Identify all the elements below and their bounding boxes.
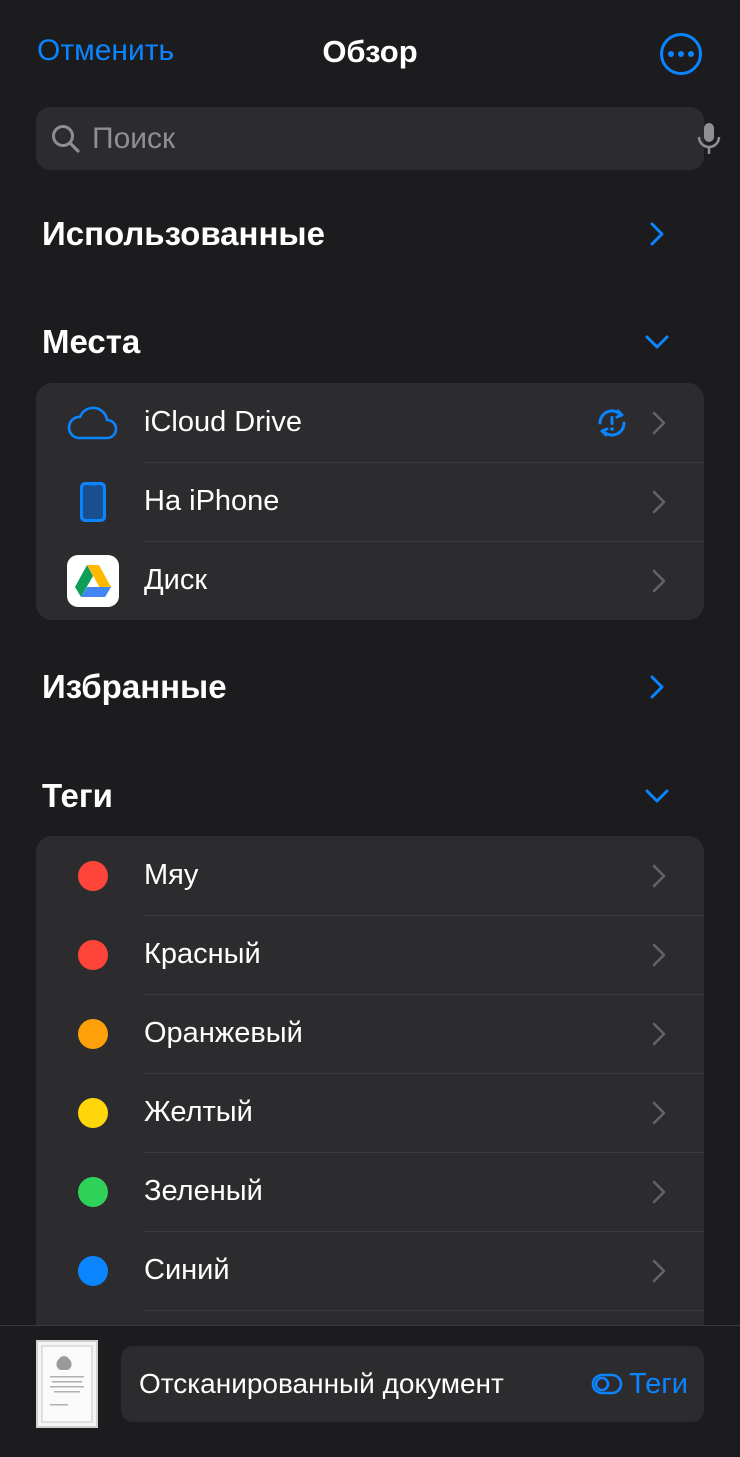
- section-title: Места: [42, 323, 141, 360]
- location-item-iphone[interactable]: На iPhone: [36, 462, 704, 541]
- cancel-button[interactable]: Отменить: [37, 34, 174, 68]
- search-bar: [36, 107, 721, 170]
- section-header-locations[interactable]: Места: [42, 317, 672, 367]
- location-item-google-drive[interactable]: Диск: [36, 541, 704, 620]
- tag-item[interactable]: Красный: [36, 915, 704, 994]
- location-item-icloud[interactable]: iCloud Drive: [36, 383, 704, 462]
- section-header-recents[interactable]: Использованные: [42, 209, 672, 259]
- scanned-page-icon: [41, 1345, 93, 1423]
- tag-color-dot: [78, 1255, 108, 1286]
- tag-color-dot: [78, 1097, 108, 1128]
- section-title: Использованные: [42, 215, 325, 252]
- tag-item[interactable]: Зеленый: [36, 1152, 704, 1231]
- tag-item[interactable]: Оранжевый: [36, 994, 704, 1073]
- search-input[interactable]: [92, 107, 632, 170]
- chevron-right-icon: [652, 1022, 666, 1045]
- search-icon: [52, 125, 80, 153]
- microphone-icon[interactable]: [696, 121, 722, 157]
- document-name-field[interactable]: [139, 1368, 559, 1400]
- tags-button[interactable]: Теги: [591, 1368, 688, 1401]
- save-document-bar: Теги: [0, 1325, 740, 1457]
- tags-list: Мяу Красный Оранжевый Желтый Зеленый Син…: [36, 836, 704, 1325]
- chevron-down-icon[interactable]: [642, 781, 672, 811]
- tag-color-dot: [78, 939, 108, 970]
- tag-label: Синий: [144, 1254, 230, 1286]
- tag-label: Мяу: [144, 859, 199, 891]
- section-title: Теги: [42, 777, 113, 814]
- tag-item[interactable]: Синий: [36, 1231, 704, 1310]
- tag-item-partial[interactable]: [36, 1310, 704, 1325]
- tag-label: Желтый: [144, 1096, 253, 1128]
- chevron-right-icon: [652, 569, 666, 592]
- chevron-right-icon: [652, 864, 666, 887]
- tag-item[interactable]: Желтый: [36, 1073, 704, 1152]
- chevron-right-icon: [652, 1101, 666, 1124]
- more-options-button[interactable]: [660, 33, 702, 75]
- location-label: Диск: [144, 564, 208, 596]
- document-name-box: Теги: [121, 1346, 704, 1422]
- location-label: На iPhone: [144, 485, 280, 517]
- tag-label: Оранжевый: [144, 1017, 303, 1049]
- iphone-icon: [80, 481, 106, 522]
- tag-item[interactable]: Мяу: [36, 836, 704, 915]
- tag-color-dot: [78, 1176, 108, 1207]
- chevron-right-icon[interactable]: [642, 219, 672, 249]
- chevron-right-icon: [652, 943, 666, 966]
- google-drive-icon: [67, 554, 119, 607]
- tag-color-dot: [78, 1018, 108, 1049]
- chevron-right-icon: [652, 1259, 666, 1282]
- tag-color-dot: [78, 860, 108, 891]
- ellipsis-icon: [668, 51, 674, 57]
- section-header-tags[interactable]: Теги: [42, 771, 672, 821]
- tag-label: Зеленый: [144, 1175, 263, 1207]
- chevron-right-icon: [652, 1180, 666, 1203]
- chevron-right-icon[interactable]: [642, 672, 672, 702]
- tag-toggle-icon: [591, 1373, 623, 1395]
- section-title: Избранные: [42, 668, 227, 705]
- chevron-right-icon: [652, 411, 666, 434]
- tags-button-label: Теги: [629, 1367, 688, 1400]
- icloud-icon: [67, 406, 118, 439]
- chevron-right-icon: [652, 490, 666, 513]
- sync-warning-icon[interactable]: [594, 405, 630, 441]
- tag-label: Красный: [144, 938, 261, 970]
- navigation-bar: Отменить Обзор: [0, 0, 740, 100]
- section-header-favorites[interactable]: Избранные: [42, 662, 672, 712]
- document-thumbnail: [36, 1340, 98, 1428]
- files-browse-screen: Отменить Обзор Использованные Места: [0, 0, 740, 1457]
- locations-list: iCloud Drive На iPhone Диск: [36, 383, 704, 620]
- location-label: iCloud Drive: [144, 406, 302, 438]
- chevron-down-icon[interactable]: [642, 327, 672, 357]
